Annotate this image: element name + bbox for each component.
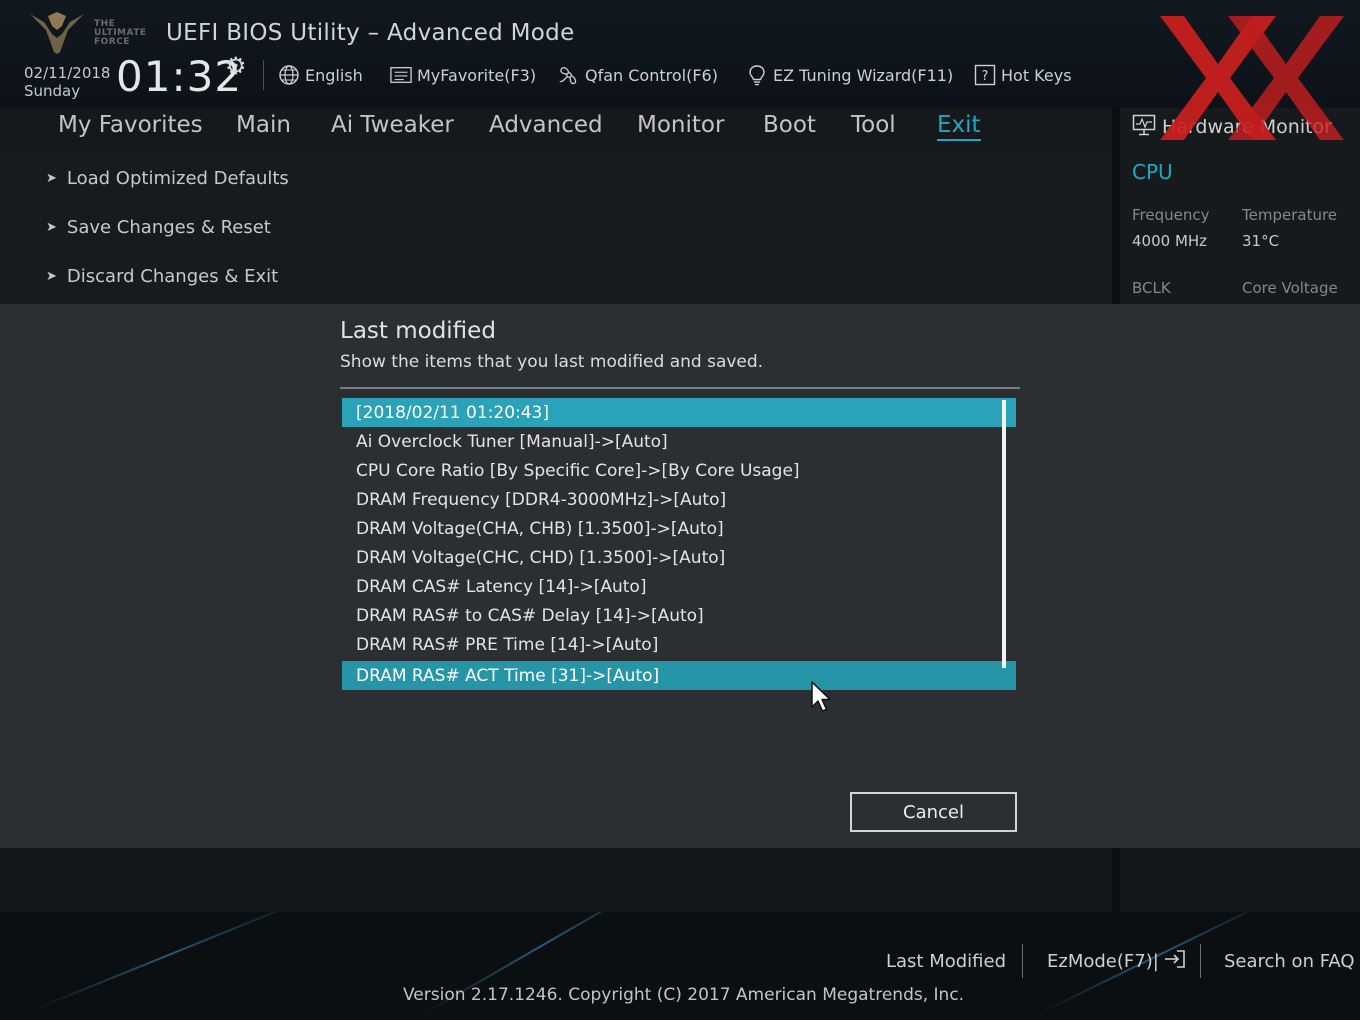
hot-keys-label: Hot Keys	[1001, 65, 1072, 85]
menu-item-label: Save Changes & Reset	[66, 216, 271, 238]
frequency-label: Frequency	[1132, 206, 1210, 224]
language-label: English	[305, 65, 363, 85]
logo-text: THE ULTIMATE FORCE	[94, 19, 147, 47]
header-divider	[263, 60, 264, 90]
search-faq-button[interactable]: Search on FAQ	[1224, 948, 1355, 974]
app-title: UEFI BIOS Utility – Advanced Mode	[166, 20, 575, 46]
tab-tool[interactable]: Tool	[851, 112, 896, 138]
menu-item-label: Load Optimized Defaults	[66, 167, 289, 189]
hw-panel-background-lower	[1120, 848, 1360, 912]
gear-icon[interactable]: ⚙	[225, 54, 247, 78]
footer-divider	[1200, 944, 1201, 978]
chevron-right-icon: ➤	[46, 268, 57, 284]
qfan-control-label: Qfan Control(F6)	[585, 65, 718, 85]
list-item-selected[interactable]: DRAM RAS# ACT Time [31]->[Auto]	[342, 661, 1016, 690]
date-display: 02/11/2018	[24, 64, 111, 82]
list-scrollbar[interactable]	[1002, 400, 1006, 668]
footer-divider	[1022, 944, 1023, 978]
load-optimized-defaults-item[interactable]: ➤ Load Optimized Defaults	[46, 164, 289, 192]
cancel-button[interactable]: Cancel	[850, 792, 1017, 832]
save-changes-reset-item[interactable]: ➤ Save Changes & Reset	[46, 213, 271, 241]
clock-display: 01:32	[116, 52, 243, 101]
ezmode-button[interactable]: EzMode(F7)|	[1047, 948, 1187, 974]
temperature-label: Temperature	[1242, 206, 1338, 224]
ez-tuning-wizard-button[interactable]: EZ Tuning Wizard(F11)	[746, 62, 953, 88]
tab-monitor[interactable]: Monitor	[637, 112, 724, 138]
cpu-section-title: CPU	[1132, 160, 1173, 184]
tab-ai-tweaker[interactable]: Ai Tweaker	[331, 112, 454, 138]
ez-tuning-wizard-label: EZ Tuning Wizard(F11)	[773, 65, 954, 85]
hardware-monitor-panel: Hardware Monitor CPU Frequency 4000 MHz …	[1120, 108, 1360, 304]
main-navigation: My Favorites Main Ai Tweaker Advanced Mo…	[0, 108, 1112, 148]
myfavorite-button[interactable]: MyFavorite(F3)	[390, 62, 536, 88]
tuf-logo	[30, 12, 84, 54]
question-icon: ?	[974, 64, 996, 86]
tab-boot[interactable]: Boot	[763, 112, 816, 138]
fan-icon	[558, 64, 580, 86]
discard-changes-exit-item[interactable]: ➤ Discard Changes & Exit	[46, 262, 278, 290]
list-item[interactable]: DRAM Voltage(CHC, CHD) [1.3500]->[Auto]	[342, 543, 1016, 572]
chevron-right-icon: ➤	[46, 219, 57, 235]
globe-icon	[278, 64, 300, 86]
title-bar: THE ULTIMATE FORCE UEFI BIOS Utility – A…	[0, 0, 1360, 108]
last-modified-button[interactable]: Last Modified	[886, 948, 1006, 974]
list-item[interactable]: DRAM Frequency [DDR4-3000MHz]->[Auto]	[342, 485, 1016, 514]
version-copyright: Version 2.17.1246. Copyright (C) 2017 Am…	[403, 985, 965, 1005]
hot-keys-button[interactable]: ? Hot Keys	[974, 62, 1072, 88]
dialog-title: Last modified	[340, 318, 496, 344]
language-button[interactable]: English	[278, 62, 363, 88]
tab-my-favorites[interactable]: My Favorites	[58, 112, 203, 138]
dialog-subtitle: Show the items that you last modified an…	[340, 352, 764, 372]
ezmode-label: EzMode(F7)|	[1047, 950, 1159, 972]
day-display: Sunday	[24, 82, 81, 100]
list-item-timestamp[interactable]: [2018/02/11 01:20:43]	[342, 398, 1016, 427]
menu-background-lower	[0, 848, 1112, 912]
tab-main[interactable]: Main	[236, 112, 291, 138]
last-modified-dialog: Last modified Show the items that you la…	[0, 304, 1360, 848]
menu-item-label: Discard Changes & Exit	[66, 265, 279, 287]
exit-arrow-icon	[1163, 948, 1187, 975]
list-item[interactable]: CPU Core Ratio [By Specific Core]->[By C…	[342, 456, 1016, 485]
qfan-control-button[interactable]: Qfan Control(F6)	[558, 62, 718, 88]
tab-exit[interactable]: Exit	[937, 112, 981, 141]
list-item[interactable]: DRAM CAS# Latency [14]->[Auto]	[342, 572, 1016, 601]
frequency-value: 4000 MHz	[1132, 232, 1208, 250]
myfavorite-label: MyFavorite(F3)	[417, 65, 537, 85]
background-streak	[29, 897, 309, 1012]
hardware-monitor-title: Hardware Monitor	[1132, 114, 1332, 140]
lightbulb-icon	[746, 64, 768, 86]
tab-advanced[interactable]: Advanced	[489, 112, 603, 138]
dialog-divider	[340, 387, 1020, 389]
modified-items-list[interactable]: [2018/02/11 01:20:43] Ai Overclock Tuner…	[342, 398, 1016, 692]
hardware-monitor-label: Hardware Monitor	[1162, 116, 1332, 138]
list-item[interactable]: DRAM RAS# to CAS# Delay [14]->[Auto]	[342, 601, 1016, 630]
chevron-right-icon: ➤	[46, 170, 57, 186]
favorite-list-icon	[390, 64, 412, 86]
svg-text:?: ?	[982, 69, 989, 84]
bclk-label: BCLK	[1132, 279, 1171, 297]
list-item[interactable]: DRAM Voltage(CHA, CHB) [1.3500]->[Auto]	[342, 514, 1016, 543]
exit-menu: ➤ Load Optimized Defaults ➤ Save Changes…	[0, 148, 1112, 304]
core-voltage-label: Core Voltage	[1242, 279, 1338, 297]
list-item[interactable]: Ai Overclock Tuner [Manual]->[Auto]	[342, 427, 1016, 456]
monitor-icon	[1132, 113, 1156, 142]
temperature-value: 31°C	[1242, 232, 1280, 250]
list-item[interactable]: DRAM RAS# PRE Time [14]->[Auto]	[342, 630, 1016, 659]
mouse-cursor-icon	[811, 681, 831, 712]
